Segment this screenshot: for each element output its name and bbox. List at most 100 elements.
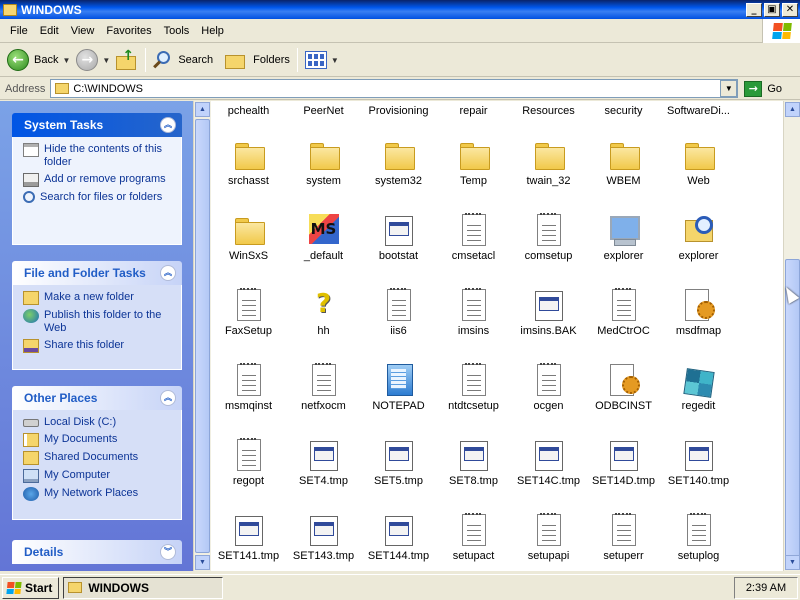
file-item[interactable]: system32 (361, 139, 436, 187)
details-header[interactable]: Details ︾ (12, 540, 182, 564)
expand-chevron-icon[interactable]: ︾ (160, 544, 176, 560)
file-item[interactable]: bootstat (361, 214, 436, 262)
collapse-chevron-icon[interactable]: ︽ (160, 117, 176, 133)
task-add-remove-programs[interactable]: Add or remove programs (23, 173, 177, 187)
file-item[interactable]: ODBCINST (586, 364, 661, 412)
address-input[interactable]: C:\WINDOWS ▼ (50, 79, 739, 98)
file-item[interactable]: cmsetacl (436, 213, 511, 262)
up-button[interactable]: ↑ (113, 46, 141, 74)
file-item[interactable]: hh (286, 289, 361, 337)
search-button[interactable]: Search (150, 46, 216, 74)
file-item[interactable]: ntdtcsetup (436, 363, 511, 412)
file-item[interactable]: explorer (661, 214, 736, 262)
views-dropdown-icon[interactable]: ▼ (331, 56, 339, 65)
file-item[interactable]: PeerNet (286, 105, 361, 117)
task-hide-contents[interactable]: Hide the contents of this folder (23, 143, 177, 169)
task-pane-scrollbar[interactable]: ▲ ▼ (194, 101, 211, 571)
file-item[interactable]: SoftwareDi... (661, 105, 736, 117)
file-item[interactable]: SET140.tmp (661, 439, 736, 487)
system-tasks-header[interactable]: System Tasks ︽ (12, 113, 182, 137)
menu-favorites[interactable]: Favorites (100, 25, 157, 37)
task-publish-web[interactable]: Publish this folder to the Web (23, 309, 177, 335)
file-item[interactable]: SET144.tmp (361, 514, 436, 562)
file-item[interactable]: SET141.tmp (211, 514, 286, 562)
place-shared-documents[interactable]: Shared Documents (23, 451, 177, 465)
file-item[interactable]: Temp (436, 139, 511, 187)
place-my-documents[interactable]: My Documents (23, 433, 177, 447)
task-share-folder[interactable]: Share this folder (23, 339, 177, 353)
place-local-disk[interactable]: Local Disk (C:) (23, 416, 177, 429)
file-item[interactable]: srchasst (211, 139, 286, 187)
file-item[interactable]: SET8.tmp (436, 439, 511, 487)
scroll-up-icon[interactable]: ▲ (785, 102, 800, 117)
scroll-down-icon[interactable]: ▼ (785, 555, 800, 570)
scroll-up-icon[interactable]: ▲ (195, 102, 210, 117)
file-item[interactable]: MedCtrOC (586, 288, 661, 337)
file-item[interactable]: setuperr (586, 513, 661, 562)
forward-dropdown-icon[interactable]: ▼ (102, 56, 110, 65)
scroll-thumb[interactable] (785, 259, 800, 559)
file-item[interactable]: setuplog (661, 513, 736, 562)
task-search-files[interactable]: Search for files or folders (23, 191, 177, 204)
menu-help[interactable]: Help (195, 25, 230, 37)
file-item[interactable]: WBEM (586, 139, 661, 187)
maximize-button[interactable]: ▣ (764, 2, 780, 17)
menu-view[interactable]: View (65, 25, 101, 37)
other-places-header[interactable]: Other Places ︽ (12, 386, 182, 410)
clock[interactable]: 2:39 AM (746, 582, 786, 594)
address-value[interactable]: C:\WINDOWS (73, 83, 720, 95)
file-item[interactable]: NOTEPAD (361, 364, 436, 412)
place-my-computer[interactable]: My Computer (23, 469, 177, 483)
file-folder-tasks-header[interactable]: File and Folder Tasks ︽ (12, 261, 182, 285)
collapse-chevron-icon[interactable]: ︽ (160, 390, 176, 406)
file-item[interactable]: SET14C.tmp (511, 439, 586, 487)
file-item[interactable]: SET143.tmp (286, 514, 361, 562)
file-item[interactable]: SET5.tmp (361, 439, 436, 487)
file-item[interactable]: WinSxS (211, 214, 286, 262)
file-item[interactable]: system (286, 139, 361, 187)
views-button[interactable]: ▼ (302, 46, 342, 74)
forward-button[interactable]: → ▼ (73, 46, 113, 74)
collapse-chevron-icon[interactable]: ︽ (160, 265, 176, 281)
go-button[interactable]: → Go (744, 80, 782, 97)
task-new-folder[interactable]: Make a new folder (23, 291, 177, 305)
file-item[interactable]: ocgen (511, 363, 586, 412)
scroll-down-icon[interactable]: ▼ (195, 555, 210, 570)
file-item[interactable]: setupapi (511, 513, 586, 562)
file-item[interactable]: FaxSetup (211, 288, 286, 337)
place-my-network[interactable]: My Network Places (23, 487, 177, 501)
menu-tools[interactable]: Tools (158, 25, 196, 37)
menu-file[interactable]: File (4, 25, 34, 37)
file-item[interactable]: explorer (586, 214, 661, 262)
file-item[interactable]: Provisioning (361, 105, 436, 117)
folders-button[interactable]: Folders (222, 46, 293, 74)
file-item[interactable]: msdfmap (661, 289, 736, 337)
file-item[interactable]: imsins.BAK (511, 289, 586, 337)
file-item[interactable]: _default (286, 214, 361, 262)
file-item[interactable]: regopt (211, 438, 286, 487)
scroll-thumb[interactable] (195, 119, 210, 553)
file-item[interactable]: imsins (436, 288, 511, 337)
back-button[interactable]: ← Back ▼ (4, 46, 73, 74)
file-item[interactable]: twain_32 (511, 139, 586, 187)
file-item[interactable]: repair (436, 105, 511, 117)
file-item[interactable]: pchealth (211, 105, 286, 117)
file-item[interactable]: setupact (436, 513, 511, 562)
minimize-button[interactable]: _ (746, 2, 762, 17)
file-item[interactable]: comsetup (511, 213, 586, 262)
close-button[interactable]: ✕ (782, 2, 798, 17)
file-item[interactable]: Web (661, 139, 736, 187)
file-item[interactable]: SET4.tmp (286, 439, 361, 487)
file-item[interactable]: SET14D.tmp (586, 439, 661, 487)
file-item[interactable]: netfxocm (286, 363, 361, 412)
address-dropdown-icon[interactable]: ▼ (720, 80, 738, 97)
file-item[interactable]: regedit (661, 364, 736, 412)
menu-edit[interactable]: Edit (34, 25, 65, 37)
start-button[interactable]: Start (2, 576, 60, 599)
file-item[interactable]: Resources (511, 105, 586, 117)
file-view-scrollbar[interactable]: ▲ ▼ (783, 101, 800, 571)
file-item[interactable]: msmqinst (211, 363, 286, 412)
file-item[interactable]: iis6 (361, 288, 436, 337)
file-item[interactable]: security (586, 105, 661, 117)
back-dropdown-icon[interactable]: ▼ (62, 56, 70, 65)
